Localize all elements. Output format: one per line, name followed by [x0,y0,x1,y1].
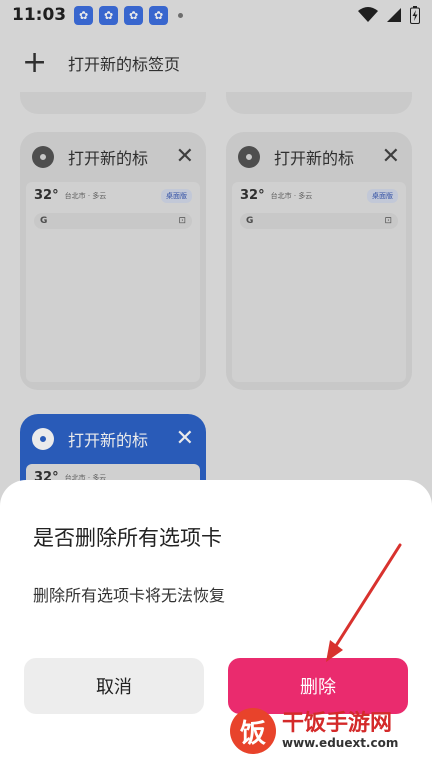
watermark-logo: 饭 干饭手游网 www.eduext.com [230,708,398,754]
watermark-url: www.eduext.com [282,735,399,750]
watermark-badge-icon: 饭 [230,708,276,754]
delete-button[interactable]: 删除 [228,658,408,714]
dialog-message: 删除所有选项卡将无法恢复 [33,586,226,605]
watermark-name: 干饭手游网 [282,711,393,737]
dialog-title: 是否删除所有选项卡 [33,526,222,550]
cancel-button[interactable]: 取消 [24,658,204,714]
